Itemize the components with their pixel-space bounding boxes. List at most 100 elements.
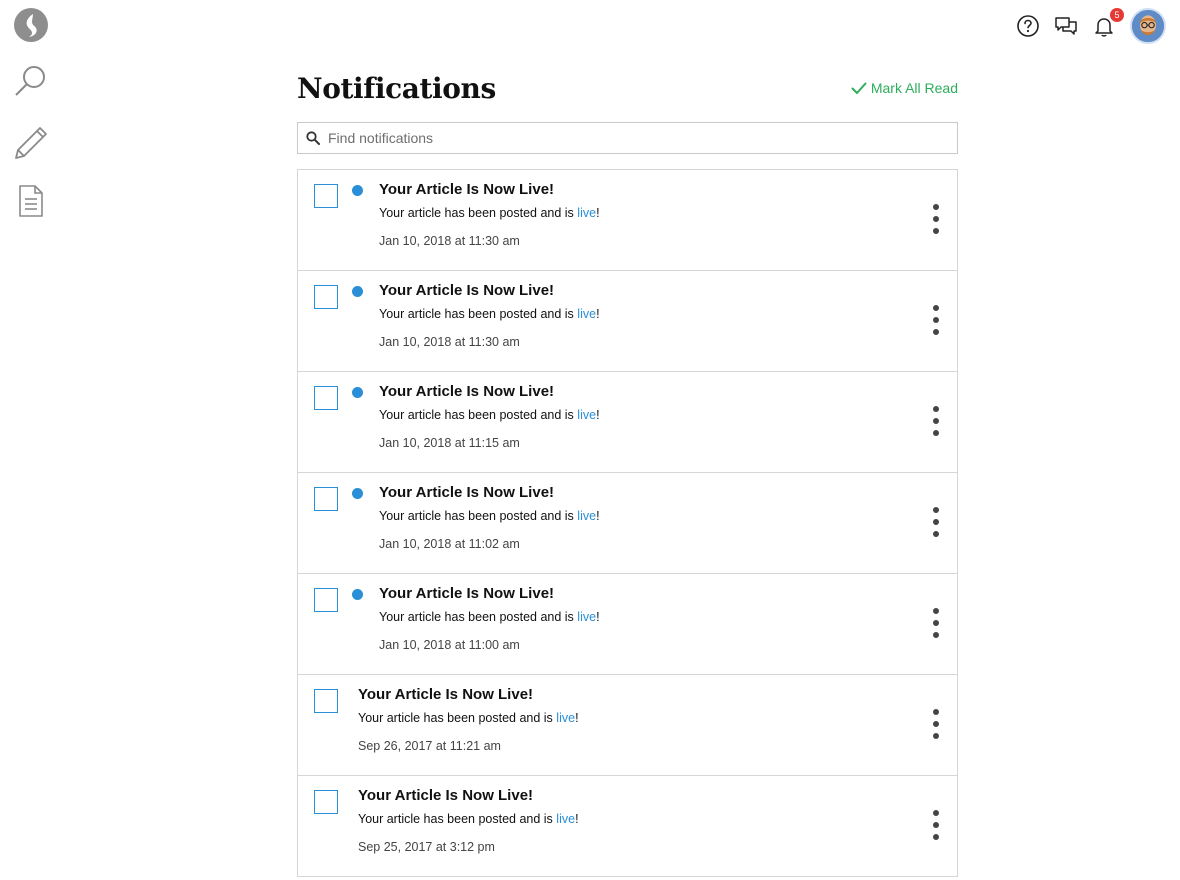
more-options-icon[interactable] — [929, 810, 943, 840]
notification-item[interactable]: Your Article Is Now Live! Your article h… — [298, 170, 957, 271]
select-checkbox[interactable] — [314, 689, 338, 713]
unread-indicator — [352, 589, 363, 600]
live-link[interactable]: live — [556, 711, 575, 725]
checkmark-icon — [851, 82, 867, 94]
notification-item[interactable]: Your Article Is Now Live! Your article h… — [298, 473, 957, 574]
kebab-dot — [933, 216, 939, 222]
kebab-dot — [933, 834, 939, 840]
notification-content: Your Article Is Now Live! Your article h… — [379, 181, 600, 248]
notification-content: Your Article Is Now Live! Your article h… — [379, 383, 600, 450]
kebab-dot — [933, 709, 939, 715]
kebab-dot — [933, 620, 939, 626]
select-checkbox[interactable] — [314, 588, 338, 612]
notification-body: Your article has been posted and is live… — [379, 206, 600, 220]
select-checkbox[interactable] — [314, 487, 338, 511]
kebab-dot — [933, 430, 939, 436]
live-link[interactable]: live — [577, 206, 596, 220]
pencil-icon[interactable] — [12, 124, 50, 162]
kebab-dot — [933, 228, 939, 234]
live-link[interactable]: live — [577, 610, 596, 624]
more-options-icon[interactable] — [929, 406, 943, 436]
live-link[interactable]: live — [577, 408, 596, 422]
notification-body-suffix: ! — [596, 206, 600, 220]
live-link[interactable]: live — [577, 509, 596, 523]
notification-item[interactable]: Your Article Is Now Live! Your article h… — [298, 574, 957, 675]
page-title: Notifications — [297, 72, 496, 105]
search-icon[interactable] — [12, 62, 50, 100]
kebab-dot — [933, 721, 939, 727]
kebab-dot — [933, 531, 939, 537]
live-link[interactable]: live — [577, 307, 596, 321]
help-icon[interactable] — [1016, 14, 1040, 38]
notification-title: Your Article Is Now Live! — [358, 686, 534, 703]
mark-all-read-button[interactable]: Mark All Read — [851, 80, 958, 96]
notification-title: Your Article Is Now Live! — [379, 383, 555, 400]
notification-body-text: Your article has been posted and is — [379, 509, 578, 523]
select-checkbox[interactable] — [314, 790, 338, 814]
notification-list: Your Article Is Now Live! Your article h… — [297, 169, 958, 877]
kebab-dot — [933, 406, 939, 412]
notification-content: Your Article Is Now Live! Your article h… — [379, 282, 600, 349]
notification-content: Your Article Is Now Live! Your article h… — [358, 787, 579, 854]
unread-indicator — [352, 185, 363, 196]
kebab-dot — [933, 507, 939, 513]
select-checkbox[interactable] — [314, 386, 338, 410]
notification-body-text: Your article has been posted and is — [358, 812, 557, 826]
chat-icon[interactable] — [1054, 14, 1078, 38]
kebab-dot — [933, 317, 939, 323]
notification-body: Your article has been posted and is live… — [358, 812, 579, 826]
more-options-icon[interactable] — [929, 204, 943, 234]
notification-count-badge: 5 — [1110, 8, 1124, 22]
notifications-page: 5 Notifications Mark All Read Find notif… — [0, 0, 1180, 880]
notification-body-text: Your article has been posted and is — [358, 711, 557, 725]
select-checkbox[interactable] — [314, 285, 338, 309]
notification-body-suffix: ! — [575, 812, 579, 826]
notification-date: Jan 10, 2018 at 11:30 am — [379, 234, 520, 248]
notification-body: Your article has been posted and is live… — [358, 711, 579, 725]
bell-icon[interactable]: 5 — [1092, 8, 1124, 38]
unread-indicator — [352, 286, 363, 297]
notification-title: Your Article Is Now Live! — [379, 585, 555, 602]
notification-body: Your article has been posted and is live… — [379, 610, 600, 624]
notification-date: Jan 10, 2018 at 11:30 am — [379, 335, 520, 349]
select-checkbox[interactable] — [314, 184, 338, 208]
notification-body-text: Your article has been posted and is — [379, 408, 578, 422]
notification-body-suffix: ! — [596, 509, 600, 523]
notification-item[interactable]: Your Article Is Now Live! Your article h… — [298, 675, 957, 776]
notification-date: Jan 10, 2018 at 11:00 am — [379, 638, 520, 652]
avatar[interactable] — [1130, 8, 1166, 44]
page-header: Notifications Mark All Read — [297, 70, 958, 110]
more-options-icon[interactable] — [929, 305, 943, 335]
notification-body: Your article has been posted and is live… — [379, 509, 600, 523]
kebab-dot — [933, 305, 939, 311]
left-rail — [0, 0, 64, 880]
notification-body-suffix: ! — [596, 307, 600, 321]
notification-item[interactable]: Your Article Is Now Live! Your article h… — [298, 372, 957, 473]
notification-title: Your Article Is Now Live! — [379, 282, 555, 299]
search-box — [297, 122, 958, 154]
notification-content: Your Article Is Now Live! Your article h… — [379, 585, 600, 652]
more-options-icon[interactable] — [929, 608, 943, 638]
notification-body-suffix: ! — [596, 610, 600, 624]
notification-body: Your article has been posted and is live… — [379, 307, 600, 321]
notification-date: Jan 10, 2018 at 11:15 am — [379, 436, 520, 450]
notification-body-suffix: ! — [596, 408, 600, 422]
kebab-dot — [933, 733, 939, 739]
live-link[interactable]: live — [556, 812, 575, 826]
notification-content: Your Article Is Now Live! Your article h… — [358, 686, 579, 753]
notification-item[interactable]: Your Article Is Now Live! Your article h… — [298, 271, 957, 372]
logo-icon[interactable] — [14, 8, 48, 42]
kebab-dot — [933, 418, 939, 424]
notification-date: Sep 26, 2017 at 11:21 am — [358, 739, 501, 753]
top-bar: 5 — [1016, 6, 1166, 46]
notification-title: Your Article Is Now Live! — [379, 484, 555, 501]
notification-body-suffix: ! — [575, 711, 579, 725]
kebab-dot — [933, 608, 939, 614]
more-options-icon[interactable] — [929, 709, 943, 739]
notification-item[interactable]: Your Article Is Now Live! Your article h… — [298, 776, 957, 877]
notification-date: Jan 10, 2018 at 11:02 am — [379, 537, 520, 551]
document-icon[interactable] — [12, 182, 50, 220]
more-options-icon[interactable] — [929, 507, 943, 537]
search-input[interactable] — [328, 124, 957, 152]
notification-body-text: Your article has been posted and is — [379, 307, 578, 321]
